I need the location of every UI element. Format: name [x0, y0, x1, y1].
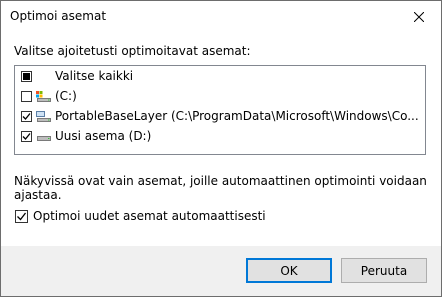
- dialog-title: Optimoi asemat: [10, 9, 107, 23]
- select-all-label: Valitse kaikki: [55, 69, 134, 83]
- close-icon: [414, 11, 424, 22]
- drive-checkbox-d[interactable]: [21, 131, 32, 142]
- drive-label-d: Uusi asema (D:): [55, 129, 152, 143]
- select-all-row[interactable]: Valitse kaikki: [15, 67, 425, 86]
- schedulable-drives-note: Näkyvissä ovat vain asemat, joille autom…: [14, 174, 427, 202]
- select-all-checkbox[interactable]: [21, 71, 32, 82]
- drive-row-d[interactable]: Uusi asema (D:): [15, 127, 425, 146]
- dialog-footer: OK Peruuta: [1, 246, 441, 296]
- drive-row-portable[interactable]: PortableBaseLayer (C:\ProgramData\Micros…: [15, 107, 425, 126]
- ok-button[interactable]: OK: [246, 258, 332, 283]
- auto-optimize-label[interactable]: Optimoi uudet asemat automaattisesti: [33, 209, 266, 223]
- drive-label-portable: PortableBaseLayer (C:\ProgramData\Micros…: [55, 109, 419, 123]
- system-drive-icon: [36, 91, 51, 102]
- drive-icon: [37, 136, 51, 141]
- optimize-drives-dialog: Optimoi asemat Valitse ajoitetusti optim…: [0, 0, 442, 297]
- cancel-button[interactable]: Peruuta: [341, 258, 427, 283]
- drive-selection-prompt: Valitse ajoitetusti optimoitavat asemat:: [14, 44, 251, 58]
- drive-checkbox-portable[interactable]: [21, 111, 32, 122]
- drive-checkbox-c[interactable]: [21, 91, 32, 102]
- mounted-drive-icon: [36, 111, 51, 122]
- drive-row-c[interactable]: (C:): [15, 87, 425, 106]
- drive-label-c: (C:): [55, 89, 77, 103]
- title-bar: Optimoi asemat: [1, 1, 441, 32]
- auto-optimize-checkbox[interactable]: [15, 210, 28, 223]
- drive-list[interactable]: Valitse kaikki (C:) PortableBaseLayer (C…: [14, 65, 426, 155]
- close-button[interactable]: [397, 1, 441, 32]
